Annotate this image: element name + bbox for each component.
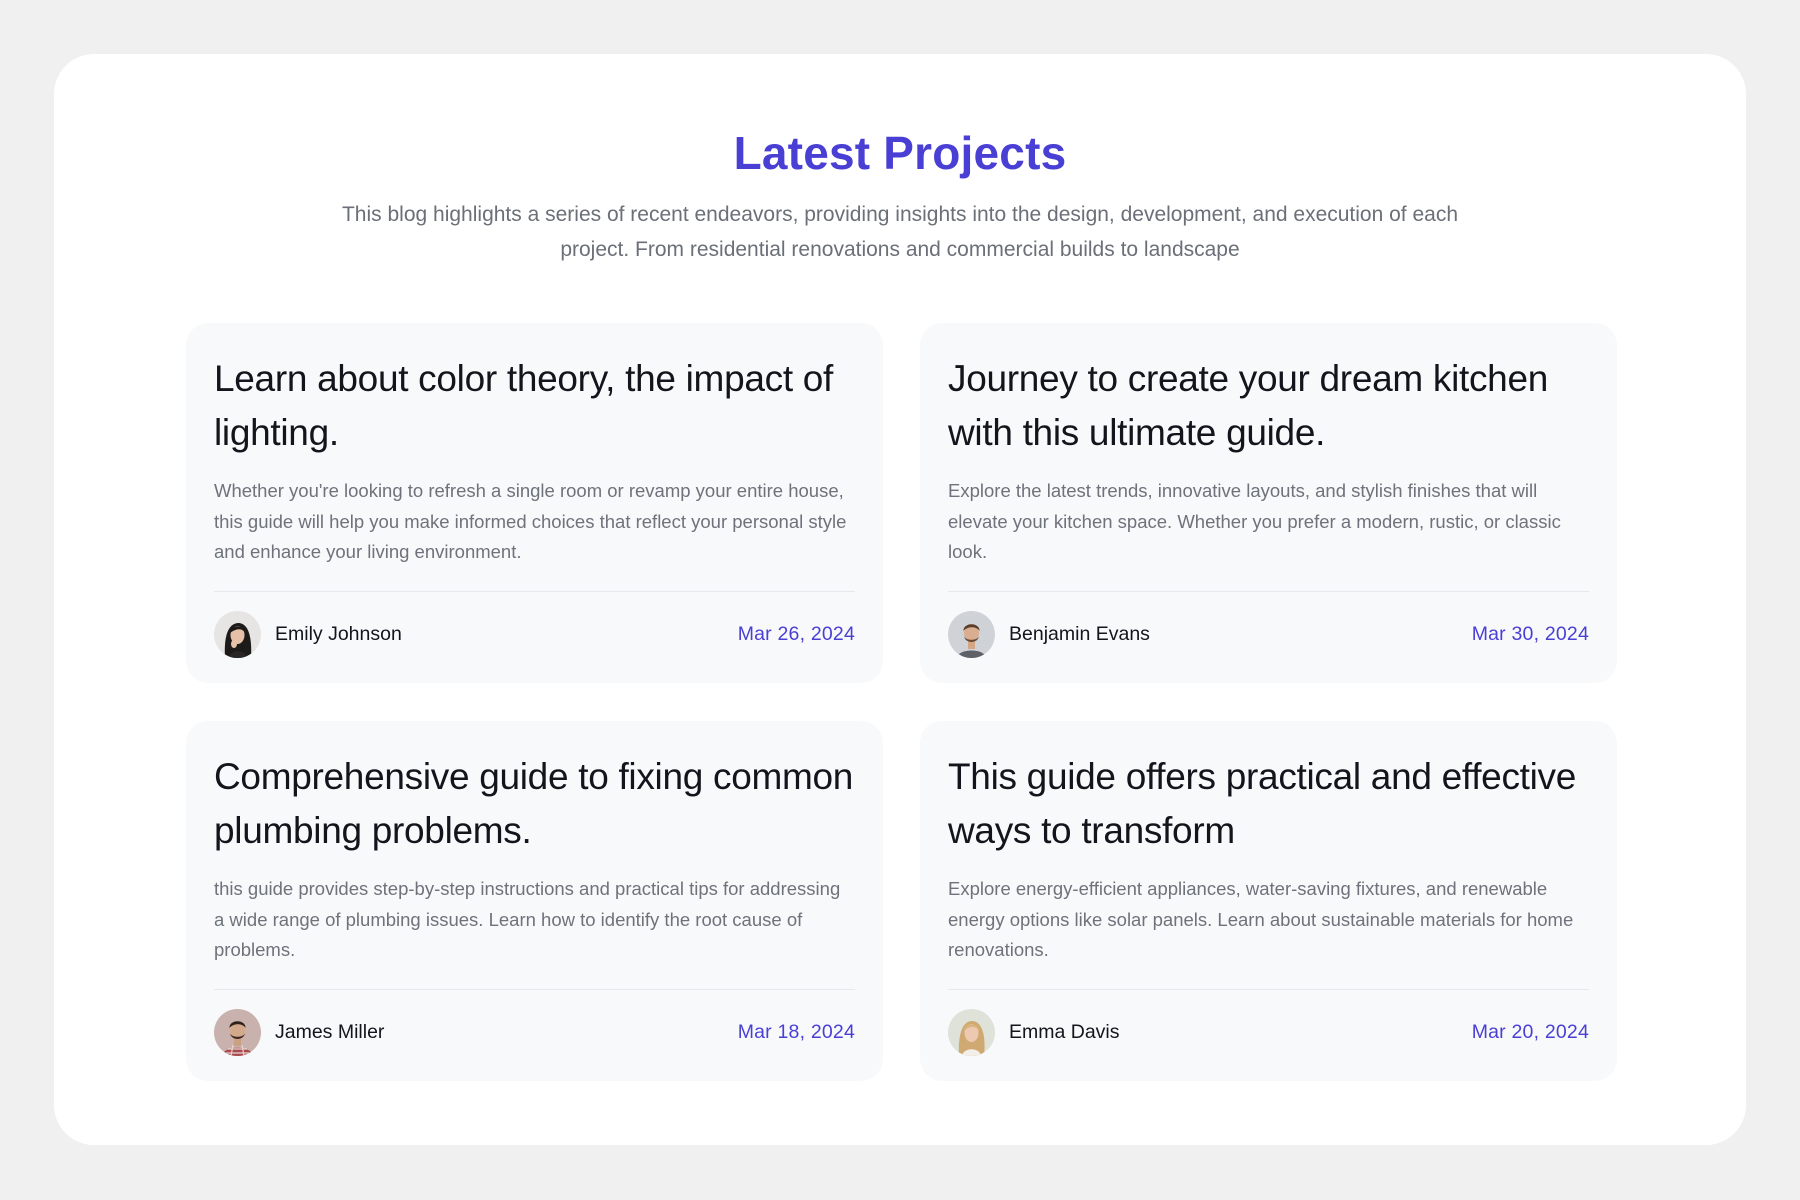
section-title: Latest Projects: [733, 127, 1067, 179]
project-card-grid: Learn about color theory, the impact of …: [186, 323, 1617, 1081]
project-card[interactable]: Learn about color theory, the impact of …: [186, 323, 883, 683]
project-card[interactable]: This guide offers practical and effectiv…: [920, 721, 1617, 1081]
author-info: Emily Johnson: [214, 610, 402, 658]
card-excerpt: Explore energy-efficient appliances, wat…: [948, 878, 1574, 960]
card-footer: Emma Davis Mar 20, 2024: [948, 1008, 1589, 1056]
card-excerpt: Explore the latest trends, innovative la…: [948, 480, 1561, 562]
project-card[interactable]: Comprehensive guide to fixing common plu…: [186, 721, 883, 1081]
card-divider: [948, 591, 1589, 592]
post-date: Mar 18, 2024: [737, 1020, 855, 1043]
post-date: Mar 30, 2024: [1471, 622, 1589, 645]
author-name[interactable]: Emma Davis: [1009, 1021, 1120, 1044]
man-beard-avatar-icon[interactable]: [948, 610, 995, 658]
card-footer: Benjamin Evans Mar 30, 2024: [948, 610, 1589, 658]
card-excerpt: this guide provides step-by-step instruc…: [214, 878, 841, 960]
card-excerpt: Whether you're looking to refresh a sing…: [214, 480, 847, 562]
woman-dark-hair-avatar-icon[interactable]: [214, 610, 261, 658]
card-title[interactable]: Comprehensive guide to fixing common plu…: [214, 750, 855, 858]
card-footer: James Miller Mar 18, 2024: [214, 1008, 855, 1056]
card-divider: [214, 989, 855, 990]
man-checkered-shirt-avatar-icon[interactable]: [214, 1008, 261, 1056]
card-title[interactable]: Journey to create your dream kitchen wit…: [948, 352, 1589, 460]
author-name[interactable]: Emily Johnson: [275, 623, 402, 646]
card-divider: [214, 591, 855, 592]
author-name[interactable]: James Miller: [275, 1021, 384, 1044]
post-date: Mar 26, 2024: [737, 622, 855, 645]
section-subtitle: This blog highlights a series of recent …: [341, 203, 1459, 261]
card-footer: Emily Johnson Mar 26, 2024: [214, 610, 855, 658]
card-divider: [948, 989, 1589, 990]
author-info: Benjamin Evans: [948, 610, 1150, 658]
author-info: James Miller: [214, 1008, 384, 1056]
latest-projects-section: Latest Projects This blog highlights a s…: [54, 54, 1746, 1145]
project-card[interactable]: Journey to create your dream kitchen wit…: [920, 323, 1617, 683]
card-title[interactable]: This guide offers practical and effectiv…: [948, 750, 1589, 858]
author-name[interactable]: Benjamin Evans: [1009, 623, 1150, 646]
post-date: Mar 20, 2024: [1471, 1020, 1589, 1043]
card-title[interactable]: Learn about color theory, the impact of …: [214, 352, 855, 460]
author-info: Emma Davis: [948, 1008, 1120, 1056]
woman-blonde-hair-avatar-icon[interactable]: [948, 1008, 995, 1056]
